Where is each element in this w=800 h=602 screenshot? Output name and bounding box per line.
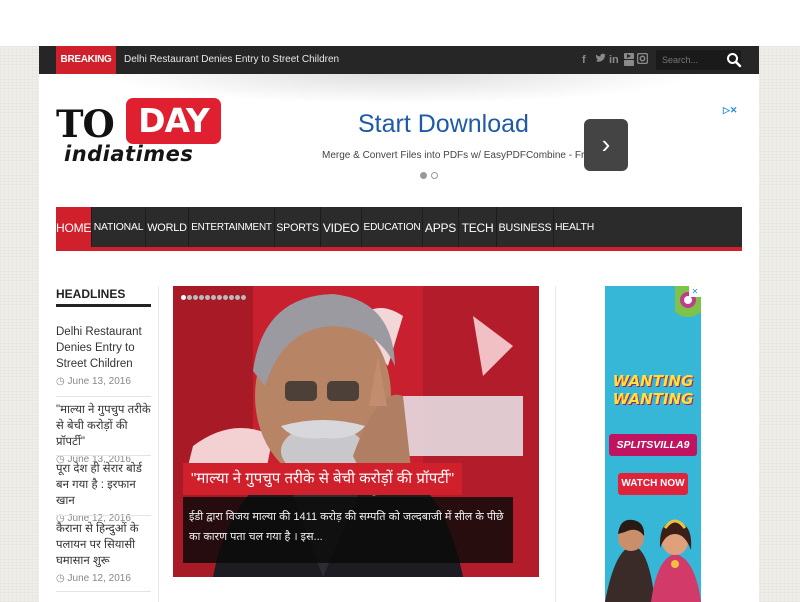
headlines-heading: HEADLINES bbox=[56, 287, 126, 301]
instagram-icon[interactable] bbox=[636, 52, 649, 68]
page-container: BREAKING NEWS Delhi Restaurant Denies En… bbox=[39, 46, 759, 602]
slider-dot[interactable] bbox=[241, 295, 246, 300]
nav-sports[interactable]: SPORTS bbox=[275, 207, 321, 247]
nav-world[interactable]: WORLD bbox=[146, 207, 189, 247]
nav-home[interactable]: HOME bbox=[56, 207, 92, 247]
slider-dot[interactable] bbox=[205, 295, 210, 300]
ad-show-name: SPLITSVILLA9 bbox=[609, 434, 697, 456]
content-divider bbox=[555, 286, 556, 602]
headline-divider bbox=[56, 515, 151, 516]
ad-title[interactable]: Start Download bbox=[358, 110, 529, 139]
nav-apps[interactable]: APPS bbox=[423, 207, 459, 247]
slide-caption-box: ईडी द्वारा विजय माल्या की 1411 करोड़ की … bbox=[183, 497, 513, 563]
featured-slider[interactable]: "माल्या ने गुपचुप तरीके से बेची करोड़ों … bbox=[173, 286, 539, 577]
slider-dot[interactable] bbox=[223, 295, 228, 300]
nav-national[interactable]: NATIONAL bbox=[92, 207, 146, 247]
headline-title[interactable]: पूरा देश ही सेरार बोर्ड बन गया है : इरफा… bbox=[56, 461, 154, 509]
youtube-icon[interactable] bbox=[624, 53, 634, 70]
slider-dot[interactable] bbox=[187, 295, 192, 300]
nav-tech[interactable]: TECH bbox=[459, 207, 497, 247]
headline-item[interactable]: Delhi Restaurant Denies Entry to Street … bbox=[56, 324, 154, 387]
watch-now-button[interactable]: WATCH NOW bbox=[618, 473, 688, 495]
slider-dot[interactable] bbox=[235, 295, 240, 300]
slide-excerpt: ईडी द्वारा विजय माल्या की 1411 करोड़ की … bbox=[189, 511, 504, 543]
linkedin-icon[interactable]: in bbox=[609, 53, 619, 67]
headline-item[interactable]: कैराना से हिन्दुओं के पलायन पर सियासी घम… bbox=[56, 521, 154, 584]
slider-dot[interactable] bbox=[211, 295, 216, 300]
nav-health[interactable]: HEALTH bbox=[554, 207, 595, 247]
slider-dot[interactable] bbox=[199, 295, 204, 300]
ad-headline: WANTING WANTING bbox=[612, 372, 694, 408]
headline-date: ◷ June 12, 2016 bbox=[56, 573, 131, 584]
nav-entertainment[interactable]: ENTERTAINMENT ▾ bbox=[189, 207, 275, 275]
headline-divider bbox=[56, 591, 151, 592]
headline-date: ◷ June 13, 2016 bbox=[56, 376, 131, 387]
slider-dot[interactable] bbox=[193, 295, 198, 300]
site-logo[interactable]: TO DAY indiatimes bbox=[56, 98, 226, 170]
sidebar-divider bbox=[158, 286, 159, 602]
headline-divider bbox=[56, 455, 151, 456]
headlines-rule bbox=[56, 304, 151, 307]
headline-title[interactable]: कैराना से हिन्दुओं के पलायन पर सियासी घम… bbox=[56, 521, 154, 569]
ad-people-image bbox=[605, 519, 701, 602]
browser-top-gap bbox=[0, 0, 800, 46]
slider-dot[interactable] bbox=[181, 295, 186, 300]
ad-dot[interactable] bbox=[431, 172, 438, 179]
logo-text-indiatimes: indiatimes bbox=[64, 142, 194, 166]
logo-text-to: TO bbox=[56, 102, 115, 146]
ad-choices-icon[interactable]: ▷✕ bbox=[723, 105, 741, 117]
breaking-news-label: BREAKING NEWS bbox=[56, 46, 116, 93]
nav-education[interactable]: EDUCATION bbox=[362, 207, 423, 247]
headline-divider bbox=[56, 396, 151, 397]
sidebar-ad[interactable]: ✕ WANTING WANTING SPLITSVILLA9 WATCH NOW bbox=[605, 286, 701, 602]
ad-next-arrow-icon[interactable]: › bbox=[584, 119, 628, 171]
top-bar: BREAKING NEWS Delhi Restaurant Denies En… bbox=[39, 46, 759, 93]
slider-dot[interactable] bbox=[229, 295, 234, 300]
nav-business[interactable]: BUSINESS bbox=[497, 207, 554, 247]
slider-dot[interactable] bbox=[217, 295, 222, 300]
ad-subtitle: Merge & Convert Files into PDFs w/ EasyP… bbox=[322, 150, 599, 161]
search-icon[interactable] bbox=[725, 51, 743, 69]
main-navigation: HOME NATIONAL WORLD ENTERTAINMENT ▾ SPOR… bbox=[56, 207, 742, 275]
nav-video[interactable]: VIDEO bbox=[321, 207, 362, 247]
breaking-news-headline[interactable]: Delhi Restaurant Denies Entry to Street … bbox=[124, 46, 339, 74]
headline-title[interactable]: "माल्या ने गुपचुप तरीके से बेची करोड़ों … bbox=[56, 402, 154, 450]
banner-ad[interactable]: Start Download Merge & Convert Files int… bbox=[290, 104, 742, 190]
ad-close-icon[interactable]: ✕ bbox=[689, 286, 701, 297]
twitter-icon[interactable] bbox=[595, 53, 606, 68]
logo-text-day: DAY bbox=[126, 98, 221, 144]
facebook-icon[interactable]: f bbox=[582, 53, 586, 67]
headline-title[interactable]: Delhi Restaurant Denies Entry to Street … bbox=[56, 324, 154, 372]
slide-title[interactable]: "माल्या ने गुपचुप तरीके से बेची करोड़ों … bbox=[183, 463, 463, 495]
ad-dot-active[interactable] bbox=[420, 172, 427, 179]
